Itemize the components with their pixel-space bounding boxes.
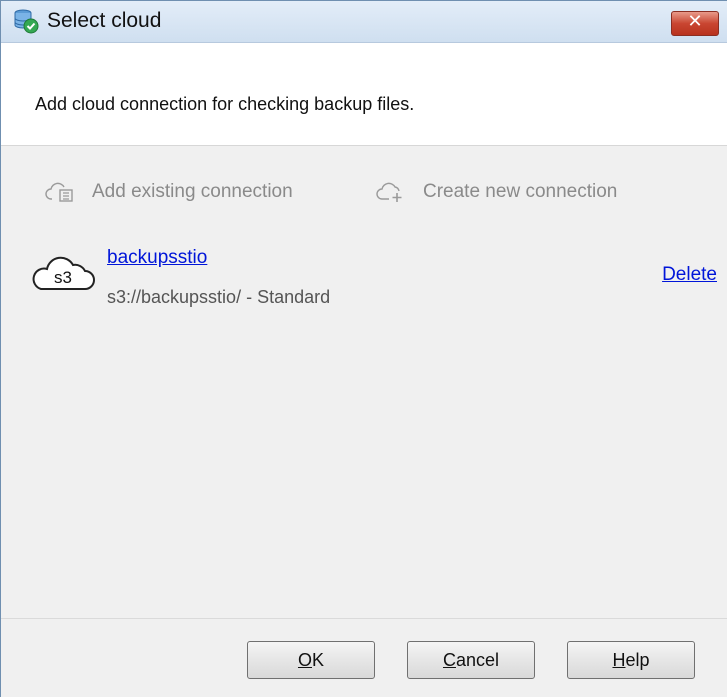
cancel-button[interactable]: Cancel	[407, 641, 535, 679]
cloud-list-icon	[45, 182, 73, 202]
create-new-connection-label: Create new connection	[423, 181, 618, 202]
help-button[interactable]: Help	[567, 641, 695, 679]
add-existing-connection-label: Add existing connection	[92, 181, 293, 202]
title-bar: Select cloud ✕	[1, 1, 727, 43]
connection-badge: s3	[54, 268, 72, 287]
footer-divider	[1, 618, 727, 619]
delete-connection-link[interactable]: Delete	[662, 264, 717, 286]
ok-button[interactable]: OK	[247, 641, 375, 679]
create-new-connection-button[interactable]: Create new connection	[375, 178, 617, 206]
dialog-header: Add cloud connection for checking backup…	[1, 43, 727, 146]
ok-mnemonic: O	[297, 650, 312, 670]
add-existing-connection-button[interactable]: Add existing connection	[44, 178, 293, 206]
close-button[interactable]: ✕	[671, 11, 719, 36]
help-mnemonic: H	[612, 650, 626, 670]
header-description: Add cloud connection for checking backup…	[35, 94, 415, 114]
database-check-icon	[14, 9, 39, 34]
connection-name-link[interactable]: backupsstio	[107, 247, 207, 269]
cancel-label: ancel	[455, 650, 500, 670]
cloud-plus-icon	[376, 182, 402, 202]
connection-url: s3://backupsstio/ - Standard	[107, 287, 331, 307]
close-icon: ✕	[687, 11, 703, 32]
help-label: elp	[625, 650, 650, 670]
cloud-s3-icon: s3	[32, 256, 95, 290]
select-cloud-dialog: Select cloud ✕ Add cloud connection for …	[0, 0, 727, 697]
window-title: Select cloud	[47, 9, 162, 32]
ok-label: K	[312, 650, 325, 670]
connection-list: s3 backupsstio s3://backupsstio/ - Stand…	[21, 241, 721, 321]
cancel-mnemonic: C	[442, 650, 456, 670]
